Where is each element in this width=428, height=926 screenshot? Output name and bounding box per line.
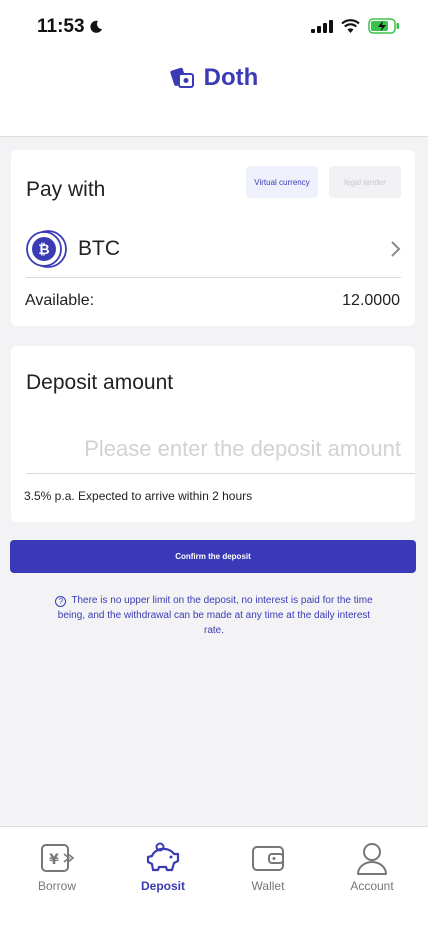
- header: 11:53 Doth: [0, 0, 428, 137]
- wifi-icon: [341, 19, 360, 33]
- signal-icon: [311, 19, 333, 33]
- coin-selector[interactable]: ₿ BTC: [26, 228, 401, 270]
- notice-text: There is no upper limit on the deposit, …: [57, 595, 373, 636]
- bitcoin-icon: ₿: [26, 230, 67, 268]
- user-icon: [357, 843, 387, 875]
- chevron-right-icon: [391, 241, 401, 257]
- time-text: 11:53: [37, 16, 85, 37]
- tab-wallet[interactable]: Wallet: [228, 841, 308, 893]
- tab-borrow[interactable]: ¥ Borrow: [17, 841, 97, 893]
- tab-account[interactable]: Account: [332, 841, 412, 893]
- tab-label: Wallet: [251, 879, 285, 893]
- status-icons: [311, 18, 400, 34]
- question-icon: ?: [55, 596, 67, 607]
- deposit-amount-title: Deposit amount: [26, 371, 174, 394]
- divider: [26, 277, 401, 278]
- svg-text:¥: ¥: [49, 852, 59, 868]
- available-value: 12.0000: [342, 292, 400, 309]
- available-label: Available:: [25, 292, 95, 309]
- tab-virtual-currency[interactable]: Virtual currency: [246, 166, 318, 198]
- pay-with-card: Pay with Virtual currency legal tender ₿…: [11, 150, 415, 326]
- status-bar-time: 11:53: [37, 16, 103, 38]
- brand-name: Doth: [203, 64, 259, 91]
- deposit-amount-card: Deposit amount 3.5% p.a. Expected to arr…: [11, 346, 415, 522]
- tab-label: Account: [350, 879, 394, 893]
- wallet-icon: [252, 846, 284, 871]
- rate-info: 3.5% p.a. Expected to arrive within 2 ho…: [24, 489, 253, 503]
- moon-icon: [89, 20, 102, 33]
- coin-name: BTC: [78, 237, 120, 260]
- deposit-notice: ? There is no upper limit on the deposit,…: [48, 593, 380, 638]
- tab-label: Deposit: [140, 879, 185, 893]
- tab-bar: ¥ Borrow Deposit Wallet Account: [0, 826, 428, 926]
- pay-with-title: Pay with: [26, 178, 106, 201]
- svg-text:₿: ₿: [38, 242, 49, 258]
- tab-label: Borrow: [37, 879, 76, 893]
- battery-icon: [368, 18, 399, 34]
- tab-deposit[interactable]: Deposit: [123, 841, 203, 893]
- deposit-amount-input[interactable]: [26, 432, 401, 466]
- tab-legal-tender[interactable]: legal tender: [329, 166, 401, 198]
- piggy-bank-icon: [146, 842, 180, 872]
- borrow-icon: ¥: [41, 844, 74, 872]
- logo-icon: [170, 67, 194, 88]
- confirm-deposit-button[interactable]: Confirm the deposit: [10, 540, 416, 573]
- brand: Doth: [0, 64, 428, 92]
- divider: [26, 473, 415, 474]
